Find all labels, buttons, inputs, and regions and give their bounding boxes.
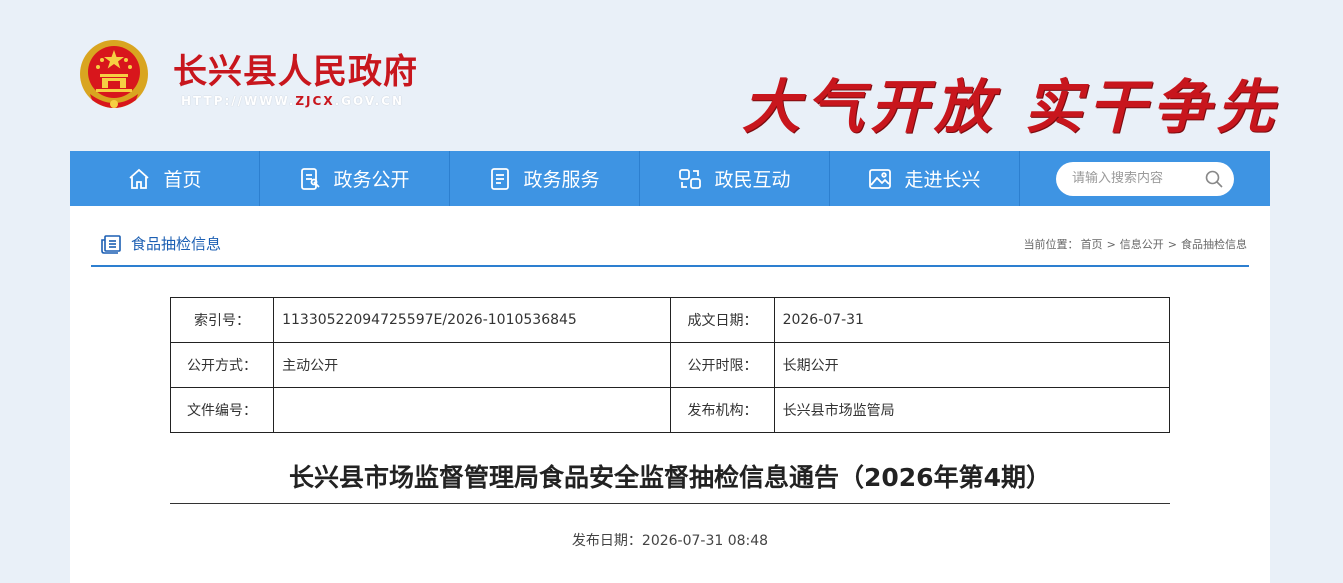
section-header: 食品抽检信息 当前位置： 首页 > 信息公开 > 食品抽检信息 [91, 206, 1249, 267]
nav-label: 政务服务 [523, 169, 600, 191]
site-url-highlight: ZJCX [295, 94, 335, 108]
breadcrumb-separator: > [1106, 238, 1116, 251]
nav-label: 首页 [163, 169, 202, 191]
table-row: 公开方式： 主动公开 公开时限： 长期公开 [169, 342, 1171, 388]
publish-date: 发布日期：2026-07-31 08:48 [170, 530, 1170, 550]
publishing-agency-value: 长兴县市场监管局 [773, 387, 1171, 433]
site-header: 长兴县人民政府 HTTP://WWW.ZJCX.GOV.CN 大气开放 实干争先 [0, 0, 1343, 151]
nav-item-home[interactable]: 首页 [70, 151, 260, 206]
written-date-label: 成文日期： [670, 297, 775, 343]
table-row: 索引号： 11330522094725597E/2026-1010536845 … [169, 297, 1171, 343]
search-icon[interactable] [1204, 169, 1224, 189]
index-number-value: 11330522094725597E/2026-1010536845 [273, 297, 672, 343]
interaction-icon [679, 168, 702, 189]
disclosure-mode-label: 公开方式： [169, 342, 275, 388]
national-emblem-icon[interactable] [78, 38, 150, 114]
nav-label: 走进长兴 [904, 169, 981, 191]
disclosure-period-label: 公开时限： [670, 342, 775, 388]
breadcrumb-prefix: 当前位置： [1023, 238, 1079, 251]
breadcrumb-separator: > [1167, 238, 1177, 251]
home-icon [129, 168, 150, 189]
publish-date-label: 发布日期： [571, 533, 642, 549]
breadcrumb: 当前位置： 首页 > 信息公开 > 食品抽检信息 [1024, 236, 1249, 252]
section-title[interactable]: 食品抽检信息 [100, 233, 221, 254]
site-url-prefix: HTTP://WWW. [181, 94, 296, 108]
breadcrumb-home[interactable]: 首页 [1081, 238, 1103, 251]
file-number-label: 文件编号： [169, 387, 275, 433]
main-nav: 首页 政务公开 政务服务 政民互动 走进长兴 [70, 151, 1270, 206]
nav-label: 政务公开 [333, 169, 410, 191]
nav-label: 政民互动 [714, 169, 791, 191]
publishing-agency-label: 发布机构： [670, 387, 775, 433]
list-document-icon [491, 167, 510, 190]
breadcrumb-current[interactable]: 食品抽检信息 [1181, 238, 1247, 251]
nav-item-gov-service[interactable]: 政务服务 [450, 151, 640, 206]
disclosure-period-value: 长期公开 [773, 342, 1171, 388]
nav-item-gov-open[interactable]: 政务公开 [260, 151, 450, 206]
content-panel: 食品抽检信息 当前位置： 首页 > 信息公开 > 食品抽检信息 索引号： 11330522… [70, 206, 1270, 583]
nav-item-about[interactable]: 走进长兴 [830, 151, 1020, 206]
search-input[interactable] [1072, 171, 1204, 186]
search-area [1020, 151, 1270, 206]
breadcrumb-info-open[interactable]: 信息公开 [1120, 238, 1164, 251]
site-url-suffix: .GOV.CN [334, 94, 405, 108]
table-row: 文件编号： 发布机构： 长兴县市场监管局 [169, 387, 1171, 433]
publish-date-value: 2026-07-31 08:48 [641, 533, 769, 549]
site-url: HTTP://WWW.ZJCX.GOV.CN [181, 94, 404, 108]
disclosure-mode-value: 主动公开 [273, 342, 672, 388]
document-info-table: 索引号： 11330522094725597E/2026-1010536845 … [169, 297, 1171, 433]
slogan: 大气开放 实干争先 [742, 73, 1281, 141]
written-date-value: 2026-07-31 [773, 297, 1171, 343]
picture-icon [869, 168, 892, 189]
file-number-value [273, 387, 672, 433]
nav-item-interaction[interactable]: 政民互动 [640, 151, 830, 206]
index-number-label: 索引号： [169, 297, 275, 343]
search-box [1056, 161, 1234, 196]
document-icon [301, 167, 321, 190]
article-title: 长兴县市场监督管理局食品安全监督抽检信息通告（2026年第4期） [170, 458, 1170, 504]
newspaper-icon [101, 234, 121, 254]
site-title[interactable]: 长兴县人民政府 [173, 44, 418, 93]
section-title-label: 食品抽检信息 [131, 235, 222, 253]
